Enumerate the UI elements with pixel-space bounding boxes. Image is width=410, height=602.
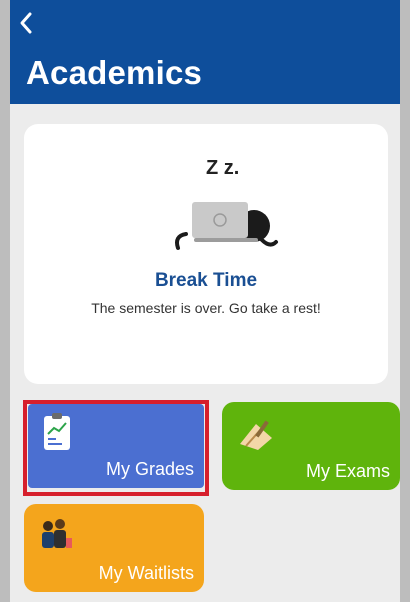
my-exams-tile[interactable]: My Exams: [222, 402, 400, 490]
my-waitlists-tile[interactable]: My Waitlists: [24, 504, 204, 592]
break-time-subtitle: The semester is over. Go take a rest!: [91, 300, 321, 316]
background-blur-right: [400, 0, 410, 602]
my-waitlists-label: My Waitlists: [98, 563, 194, 583]
exams-icon: [240, 420, 272, 450]
page-title: Academics: [26, 54, 203, 91]
back-chevron-icon[interactable]: [16, 10, 38, 36]
break-time-title: Break Time: [154, 270, 258, 291]
my-grades-tile[interactable]: My Grades: [28, 404, 204, 488]
background-blur-left: [0, 0, 10, 602]
app-screen: Academics Z z. Break Time The semester i…: [10, 0, 400, 602]
break-time-card: Z z. Break Time The semester is over. Go…: [24, 124, 388, 384]
zzz-text: Z z.: [206, 157, 239, 179]
grades-icon: [44, 413, 70, 450]
header-bar: Academics: [10, 0, 400, 104]
my-exams-label: My Exams: [305, 461, 390, 481]
waitlists-icon: [42, 519, 72, 548]
my-grades-label: My Grades: [105, 459, 194, 479]
sleeping-laptop-illustration: Z z.: [175, 157, 278, 250]
